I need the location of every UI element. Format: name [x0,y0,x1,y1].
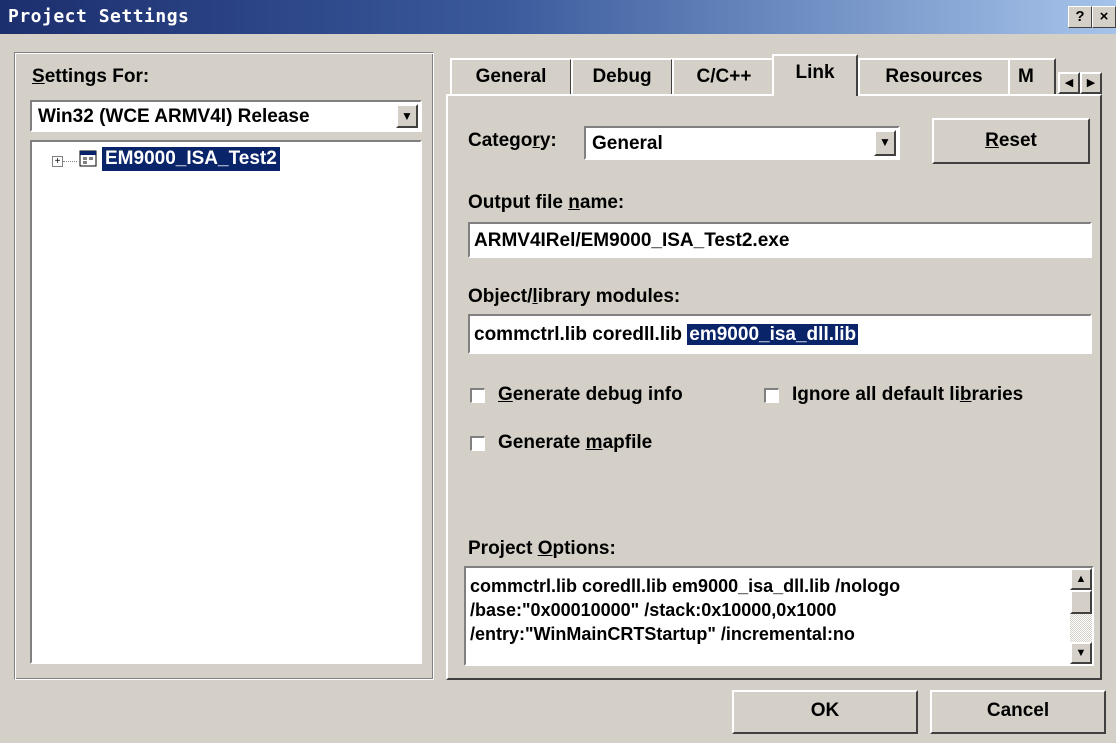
tab-more[interactable]: M [1008,58,1056,94]
ok-button[interactable]: OK [732,690,918,734]
close-button[interactable]: × [1092,6,1116,28]
ignore-default-libraries-checkbox[interactable] [764,388,779,403]
tree-expander-icon[interactable]: + [52,156,63,167]
reset-button[interactable]: Reset [932,118,1090,164]
scroll-right-icon[interactable]: ▶ [1080,72,1102,94]
scroll-left-icon[interactable]: ◀ [1058,72,1080,94]
project-options-label: Project Options: [468,538,616,559]
project-options-text: commctrl.lib coredll.lib em9000_isa_dll.… [470,576,901,644]
project-tree[interactable]: + EM9000_ISA_Test2 [30,140,422,664]
generate-mapfile-checkbox[interactable] [470,436,485,451]
output-file-label: Output file name: [468,192,625,213]
scroll-down-icon[interactable]: ▼ [1070,642,1092,664]
project-options-textarea[interactable]: commctrl.lib coredll.lib em9000_isa_dll.… [464,566,1094,666]
window-title: Project Settings [8,6,190,27]
tree-connector [63,161,77,162]
scrollbar-thumb[interactable] [1070,590,1092,614]
settings-for-label: Settings For: [32,66,150,87]
output-file-input[interactable]: ARMV4IRel/EM9000_ISA_Test2.exe [468,222,1092,258]
output-file-value: ARMV4IRel/EM9000_ISA_Test2.exe [474,230,790,251]
tree-item-project[interactable]: EM9000_ISA_Test2 [102,147,280,171]
tab-c-cpp[interactable]: C/C++ [672,58,776,94]
modules-label: Object/library modules: [468,286,681,307]
project-options-scrollbar[interactable]: ▲ ▼ [1070,568,1092,664]
generate-mapfile-label: Generate mapfile [498,432,653,453]
tab-debug[interactable]: Debug [571,58,673,94]
project-icon [79,150,97,167]
modules-value: commctrl.lib coredll.lib em9000_isa_dll.… [474,324,859,345]
chevron-down-icon[interactable]: ▼ [396,104,418,128]
category-label: Category: [468,130,557,151]
category-value: General [592,133,663,154]
ignore-default-libraries-label: Ignore all default libraries [792,384,1024,405]
generate-debug-checkbox[interactable] [470,388,485,403]
modules-input[interactable]: commctrl.lib coredll.lib em9000_isa_dll.… [468,314,1092,354]
title-bar[interactable]: Project Settings ? × [0,0,1116,34]
tab-link[interactable]: Link [772,54,858,96]
link-tab-page: Category: General ▼ Reset Output file na… [446,94,1102,680]
configuration-combobox[interactable]: Win32 (WCE ARMV4I) Release ▼ [30,100,422,132]
tab-resources[interactable]: Resources [858,58,1010,94]
generate-debug-label: Generate debug info [498,384,683,405]
tab-general[interactable]: General [450,58,572,94]
chevron-down-icon[interactable]: ▼ [874,130,896,156]
help-button[interactable]: ? [1068,6,1092,28]
modules-selection: em9000_isa_dll.lib [687,324,859,345]
scroll-up-icon[interactable]: ▲ [1070,568,1092,590]
category-combobox[interactable]: General ▼ [584,126,900,160]
cancel-button[interactable]: Cancel [930,690,1106,734]
configuration-value: Win32 (WCE ARMV4I) Release [38,106,310,127]
